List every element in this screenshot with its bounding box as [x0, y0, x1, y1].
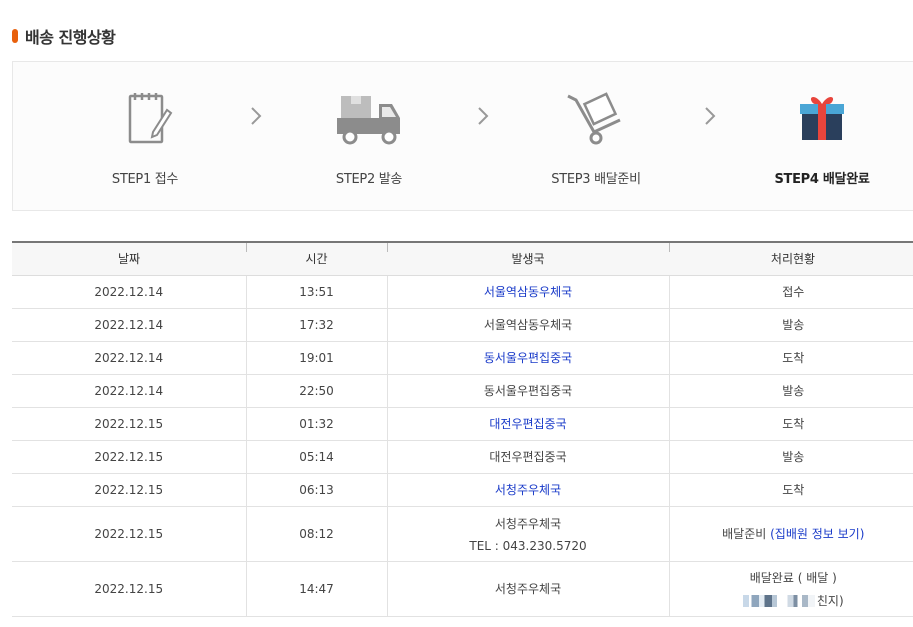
cell-time: 05:14	[245, 440, 387, 474]
header-office: 발생국	[387, 242, 669, 276]
cell-office: 서울역삼동우체국	[386, 275, 669, 309]
cell-office: 서청주우체국	[386, 473, 669, 507]
cell-status: 발송	[668, 374, 913, 408]
cell-office: 대전우편집중국	[386, 407, 669, 441]
step-4-label: STEP4 배달완료	[774, 172, 870, 187]
office-name: 서청주우체국	[494, 516, 562, 531]
gift-box-icon	[752, 92, 892, 148]
cell-date: 2022.12.14	[12, 341, 246, 375]
cell-status: 발송	[668, 308, 913, 342]
step-1: STEP1 접수	[75, 92, 215, 187]
delivery-truck-icon	[299, 92, 439, 148]
step-3: STEP3 배달준비	[526, 92, 666, 187]
step-1-label: STEP1 접수	[111, 172, 179, 187]
status-text: 배달준비	[722, 527, 767, 541]
cell-time: 19:01	[245, 341, 387, 375]
chevron-right-icon	[703, 106, 717, 130]
carrier-info-link[interactable]: (집배원 정보 보기)	[770, 527, 864, 541]
cell-time: 14:47	[245, 561, 387, 617]
office-link[interactable]: 대전우편집중국	[489, 417, 566, 431]
cell-date: 2022.12.15	[12, 473, 246, 507]
cell-status: 발송	[668, 440, 913, 474]
chevron-right-icon	[249, 106, 263, 130]
status-text: 배달완료 ( 배달 )	[749, 570, 837, 585]
chevron-right-icon	[476, 106, 490, 130]
cell-date: 2022.12.14	[12, 275, 246, 309]
table-row: 2022.12.15 06:13 서청주우체국 도착	[12, 473, 913, 507]
office-tel: TEL : 043.230.5720	[469, 538, 587, 553]
recipient-suffix: 친지)	[816, 593, 844, 608]
cell-time: 13:51	[245, 275, 387, 309]
title-bullet	[12, 29, 18, 43]
header-time: 시간	[246, 242, 387, 276]
table-row: 2022.12.15 01:32 대전우편집중국 도착	[12, 407, 913, 441]
section-title: 배송 진행상황	[12, 24, 116, 48]
cell-time: 06:13	[245, 473, 387, 507]
cell-date: 2022.12.15	[12, 561, 246, 617]
cell-office: 서청주우체국	[386, 561, 669, 617]
delivery-steps: STEP1 접수 STEP2 발송 STEP3 배달준비 STEP4 배달완료	[12, 61, 913, 211]
cell-status: 배달준비 (집배원 정보 보기)	[668, 506, 913, 562]
table-row: 2022.12.15 14:47 서청주우체국 배달완료 ( 배달 ) 친지)	[12, 561, 913, 617]
cell-time: 01:32	[245, 407, 387, 441]
cell-office: 동서울우편집중국	[386, 374, 669, 408]
cell-office: 대전우편집중국	[386, 440, 669, 474]
cell-status: 도착	[668, 473, 913, 507]
cell-status: 접수	[668, 275, 913, 309]
hand-truck-icon	[526, 92, 666, 148]
cell-date: 2022.12.14	[12, 308, 246, 342]
step-3-label: STEP3 배달준비	[551, 172, 641, 187]
office-link[interactable]: 서울역삼동우체국	[484, 285, 572, 299]
step-2-label: STEP2 발송	[335, 172, 403, 187]
cell-status: 배달완료 ( 배달 ) 친지)	[668, 561, 913, 617]
header-date: 날짜	[12, 242, 246, 276]
cell-date: 2022.12.15	[12, 407, 246, 441]
cell-date: 2022.12.14	[12, 374, 246, 408]
office-link[interactable]: 서청주우체국	[495, 483, 561, 497]
cell-status: 도착	[668, 341, 913, 375]
header-status: 처리현황	[669, 242, 913, 276]
table-row: 2022.12.14 17:32 서울역삼동우체국 발송	[12, 308, 913, 342]
cell-date: 2022.12.15	[12, 440, 246, 474]
cell-time: 08:12	[245, 506, 387, 562]
cell-office: 동서울우편집중국	[386, 341, 669, 375]
table-row: 2022.12.14 13:51 서울역삼동우체국 접수	[12, 275, 913, 309]
step-4: STEP4 배달완료	[752, 92, 892, 187]
table-row: 2022.12.15 05:14 대전우편집중국 발송	[12, 440, 913, 474]
table-row: 2022.12.14 22:50 동서울우편집중국 발송	[12, 374, 913, 408]
cell-office: 서울역삼동우체국	[386, 308, 669, 342]
section-title-text: 배송 진행상황	[25, 28, 116, 47]
table-row: 2022.12.14 19:01 동서울우편집중국 도착	[12, 341, 913, 375]
cell-date: 2022.12.15	[12, 506, 246, 562]
tracking-table: 날짜 시간 발생국 처리현황 2022.12.14 13:51 서울역삼동우체국…	[12, 241, 913, 617]
cell-office: 서청주우체국 TEL : 043.230.5720	[386, 506, 669, 562]
step-2: STEP2 발송	[299, 92, 439, 187]
cell-time: 22:50	[245, 374, 387, 408]
recipient-line: 친지)	[670, 592, 913, 609]
table-header-row: 날짜 시간 발생국 처리현황	[12, 242, 913, 276]
redacted-recipient	[742, 595, 815, 607]
cell-status: 도착	[668, 407, 913, 441]
office-link[interactable]: 동서울우편집중국	[484, 351, 572, 365]
cell-time: 17:32	[245, 308, 387, 342]
table-row: 2022.12.15 08:12 서청주우체국 TEL : 043.230.57…	[12, 506, 913, 562]
notepad-pencil-icon	[75, 92, 215, 148]
